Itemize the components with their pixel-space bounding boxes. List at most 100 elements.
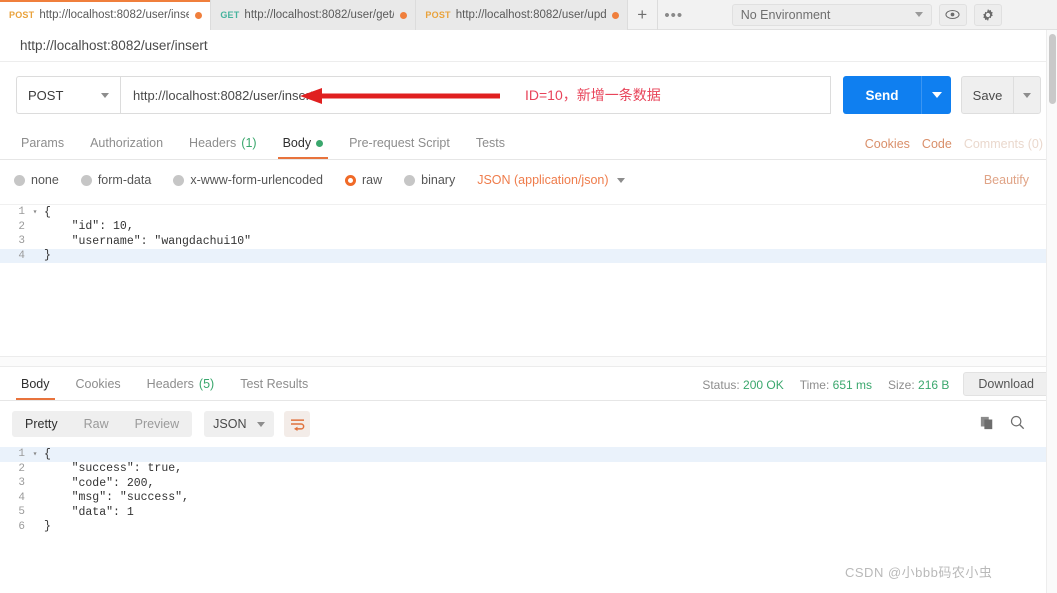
body-type-raw[interactable]: raw	[345, 173, 382, 187]
radio-icon	[404, 174, 416, 186]
fold-toggle-icon[interactable]: ▾	[30, 207, 40, 217]
code-line: 2 "success": true,	[0, 462, 1046, 477]
request-tab-0[interactable]: POST http://localhost:8082/user/inse	[0, 0, 212, 30]
view-preview-button[interactable]: Preview	[122, 411, 192, 437]
unsaved-dot-icon	[611, 11, 619, 19]
save-button[interactable]: Save	[961, 76, 1013, 114]
request-body-editor[interactable]: 1 ▾ { 2 "id": 10, 3 "username": "wangdac…	[0, 204, 1046, 356]
save-options-button[interactable]	[1013, 76, 1041, 114]
body-present-dot-icon	[316, 139, 324, 147]
chevron-down-icon	[914, 12, 923, 17]
beautify-button[interactable]: Beautify	[984, 173, 1029, 187]
tab-label: Body	[282, 136, 312, 150]
search-response-button[interactable]	[1010, 415, 1025, 433]
send-button-group: Send	[843, 76, 951, 114]
line-number: 2	[18, 220, 25, 233]
response-tab-body[interactable]: Body	[8, 368, 63, 400]
chevron-down-icon	[1023, 92, 1031, 98]
tab-url-label: http://localhost:8082/user/inse	[39, 9, 190, 21]
download-button[interactable]: Download	[963, 372, 1049, 396]
comments-link[interactable]: Comments (0)	[964, 137, 1043, 151]
body-type-x-www-form-urlencoded[interactable]: x-www-form-urlencoded	[173, 173, 323, 187]
code-line: 5 "data": 1	[0, 505, 1046, 520]
code-text: {	[44, 205, 51, 219]
response-format-label: JSON	[213, 417, 247, 431]
radio-label: x-www-form-urlencoded	[190, 173, 323, 187]
environment-quick-look-button[interactable]	[938, 3, 967, 26]
panel-divider[interactable]	[0, 356, 1046, 367]
radio-icon	[14, 174, 25, 186]
unsaved-dot-icon	[195, 11, 203, 19]
send-button[interactable]: Send	[843, 76, 921, 114]
send-options-button[interactable]	[921, 76, 951, 114]
radio-label: none	[31, 173, 59, 187]
tab-params[interactable]: Params	[8, 127, 77, 159]
code-line: 1 ▾ {	[0, 447, 1046, 462]
save-button-group: Save	[961, 76, 1041, 114]
tab-method-label: POST	[425, 10, 451, 20]
word-wrap-button[interactable]	[284, 411, 311, 437]
code-text: "msg": "success",	[44, 491, 189, 505]
request-section-tabs: Params Authorization Headers (1) Body Pr…	[0, 127, 1057, 160]
unsaved-dot-icon	[400, 11, 408, 19]
line-number: 6	[18, 520, 25, 533]
tab-pre-request-script[interactable]: Pre-request Script	[336, 127, 463, 159]
line-number: 2	[18, 462, 25, 475]
tab-method-label: GET	[220, 10, 240, 20]
response-tab-headers[interactable]: Headers (5)	[134, 368, 228, 400]
code-line: 4 "msg": "success",	[0, 491, 1046, 506]
request-tab-1[interactable]: GET http://localhost:8082/user/get/1(	[211, 0, 417, 30]
tab-label: Headers	[146, 377, 194, 391]
tab-url-label: http://localhost:8082/user/get/1(	[244, 9, 395, 21]
content-type-select-label[interactable]: JSON (application/json)	[477, 173, 608, 187]
new-tab-button[interactable]: +	[628, 0, 658, 30]
request-tab-2[interactable]: POST http://localhost:8082/user/upda	[416, 0, 628, 30]
http-method-label: POST	[28, 87, 64, 103]
code-text: "username": "wangdachui10"	[44, 234, 252, 248]
view-raw-button[interactable]: Raw	[71, 411, 122, 437]
radio-label: binary	[421, 173, 456, 187]
tab-tests[interactable]: Tests	[463, 127, 518, 159]
cookies-link[interactable]: Cookies	[865, 137, 910, 151]
body-type-row: none form-data x-www-form-urlencoded raw…	[0, 160, 1057, 200]
line-number: 5	[18, 506, 25, 519]
request-url-value: http://localhost:8082/user/insert	[133, 87, 314, 103]
body-type-none[interactable]: none	[14, 173, 59, 187]
view-pretty-button[interactable]: Pretty	[12, 411, 71, 437]
response-format-select[interactable]: JSON	[204, 411, 275, 437]
fold-toggle-icon[interactable]: ▾	[30, 449, 40, 459]
search-icon	[1010, 415, 1025, 430]
code-line: 3 "username": "wangdachui10"	[0, 234, 1046, 249]
tab-authorization[interactable]: Authorization	[77, 127, 176, 159]
tab-body[interactable]: Body	[270, 127, 337, 159]
response-tab-test-results[interactable]: Test Results	[227, 368, 321, 400]
annotation-arrow-icon	[300, 88, 500, 104]
environment-select[interactable]: No Environment	[731, 3, 932, 26]
chevron-down-icon[interactable]	[616, 177, 625, 183]
tab-headers[interactable]: Headers (1)	[176, 127, 270, 159]
code-link[interactable]: Code	[922, 137, 952, 151]
body-type-binary[interactable]: binary	[404, 173, 455, 187]
code-text: "data": 1	[44, 505, 134, 519]
settings-button[interactable]	[973, 3, 1002, 26]
http-method-select[interactable]: POST	[16, 76, 120, 114]
radio-icon	[173, 174, 185, 186]
code-line: 4 }	[0, 248, 1046, 263]
main-vertical-scrollbar[interactable]	[1046, 30, 1057, 593]
code-text: "success": true,	[44, 462, 183, 476]
code-line: 6 }	[0, 520, 1046, 535]
scrollbar-thumb[interactable]	[1049, 34, 1056, 104]
body-type-form-data[interactable]: form-data	[80, 173, 151, 187]
tab-count: (5)	[198, 377, 215, 391]
response-view-controls: Pretty Raw Preview JSON	[0, 401, 1057, 447]
copy-button[interactable]	[980, 416, 994, 433]
response-meta: Status: 200 OK Time: 651 ms Size: 216 B	[702, 378, 949, 400]
status-label: Status:	[702, 378, 740, 392]
response-section-tabs: Body Cookies Headers (5) Test Results St…	[0, 368, 1057, 401]
tab-options-button[interactable]: •••	[658, 0, 690, 30]
page-title: http://localhost:8082/user/insert	[20, 38, 208, 53]
watermark: CSDN @小bbb码农小虫	[845, 565, 993, 580]
code-line: 3 "code": 200,	[0, 476, 1046, 491]
response-tab-cookies[interactable]: Cookies	[63, 368, 134, 400]
tab-method-label: POST	[9, 10, 35, 20]
